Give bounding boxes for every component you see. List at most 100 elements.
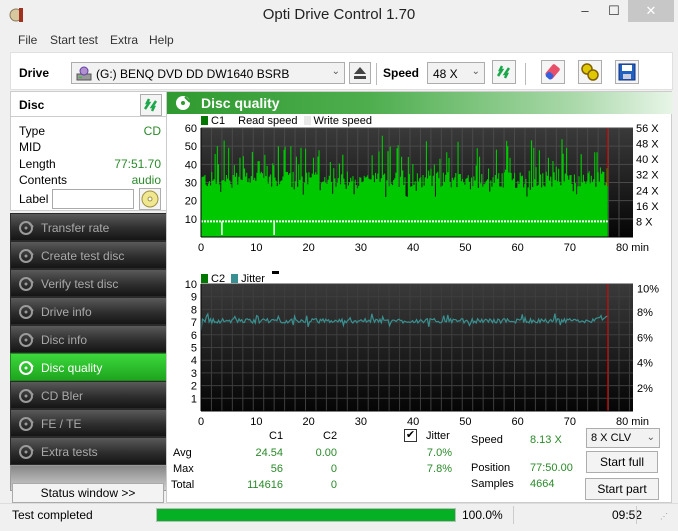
nav-item-label: Drive info [41, 305, 92, 319]
nav-item-transfer-rate[interactable]: Transfer rate [10, 213, 167, 241]
bottom-y2-tick-label: 8% [637, 307, 653, 319]
stats-max-label: Max [173, 463, 194, 475]
speed-select[interactable]: 48 X ⌄ [427, 62, 485, 84]
stats-total-label: Total [171, 479, 195, 491]
speed-readout-value: 8.13 X [530, 434, 562, 446]
top-x-tick-label: 60 [512, 242, 524, 254]
nav-item-cd-bler[interactable]: CD Bler [10, 381, 167, 409]
disc-test-icon [19, 361, 34, 375]
bottom-y-tick-label: 8 [191, 304, 197, 316]
bottom-x-tick-label: 60 [512, 416, 524, 428]
stats-header-c1: C1 [269, 430, 284, 442]
resize-grip-icon[interactable]: ⋰ [660, 512, 668, 521]
bottom-x-tick-label: 80 min [616, 416, 649, 428]
title-bar: Opti Drive Control 1.70 – ☐ ✕ [0, 0, 678, 30]
disc-label-input[interactable] [52, 189, 134, 209]
save-button[interactable] [615, 60, 639, 84]
disc-length-key: Length [19, 157, 56, 171]
nav-item-verify-test-disc[interactable]: Verify test disc [10, 269, 167, 297]
toolbar-divider [376, 63, 377, 85]
top-x-tick-label: 30 [355, 242, 367, 254]
disc-test-icon [19, 249, 34, 263]
disc-type-key: Type [19, 124, 46, 138]
nav-item-drive-info[interactable]: Drive info [10, 297, 167, 325]
disc-label-button[interactable] [139, 188, 161, 210]
close-button[interactable]: ✕ [628, 0, 674, 22]
status-window-button[interactable]: Status window >> [12, 483, 164, 503]
bottom-y2-tick-label: 2% [637, 383, 653, 395]
disc-test-icon [19, 221, 34, 235]
bottom-y-tick-label: 7 [191, 317, 197, 329]
drive-value: (G:) BENQ DVD DD DW1640 BSRB [96, 67, 290, 81]
disc-test-icon [19, 445, 34, 459]
bottom-y-tick-label: 3 [191, 368, 197, 380]
nav-item-extra-tests[interactable]: Extra tests [10, 437, 167, 465]
disc-info-box: Disc Type CD MID Length 77:51.70 Content… [10, 91, 167, 211]
bottom-y-tick-label: 9 [191, 292, 197, 304]
refresh-arrows-icon [143, 98, 158, 112]
top-y2-tick-label: 16 X [636, 201, 659, 213]
top-x-tick-label: 40 [407, 242, 419, 254]
bottom-y-tick-label: 10 [185, 279, 197, 291]
test-nav: Transfer rate Create test disc Verify test… [10, 213, 167, 491]
disc-title: Disc [19, 98, 45, 112]
test-speed-select[interactable]: 8 X CLV ⌄ [586, 428, 660, 448]
disc-test-icon [19, 389, 34, 403]
nav-item-fe-te[interactable]: FE / TE [10, 409, 167, 437]
eject-button[interactable] [349, 62, 371, 84]
menu-start-test[interactable]: Start test [50, 33, 98, 47]
bottom-y-tick-label: 5 [191, 343, 197, 355]
stats-avg-label: Avg [173, 447, 192, 459]
erase-button[interactable] [541, 60, 565, 84]
left-panel: Disc Type CD MID Length 77:51.70 Content… [10, 91, 167, 503]
stats-avg-c2: 0.00 [315, 447, 337, 459]
menu-extra[interactable]: Extra [110, 33, 138, 47]
bottom-y2-tick-label: 10% [637, 284, 659, 296]
top-x-tick-label: 0 [198, 242, 204, 254]
top-y2-tick-label: 40 X [636, 154, 659, 166]
menu-help[interactable]: Help [149, 33, 174, 47]
menu-file[interactable]: File [18, 33, 37, 47]
start-full-button[interactable]: Start full [586, 451, 658, 473]
settings-button[interactable] [578, 60, 602, 84]
stats-avg-jitter: 7.0% [426, 447, 452, 459]
drive-select[interactable]: (G:) BENQ DVD DD DW1640 BSRB ⌄ [71, 62, 345, 84]
maximize-button[interactable]: ☐ [599, 0, 629, 22]
jitter-checkbox[interactable]: ✔ [404, 429, 417, 442]
refresh-speed-button[interactable] [492, 60, 516, 84]
stats-header-c2: C2 [323, 430, 338, 442]
disc-refresh-button[interactable] [140, 94, 162, 116]
speed-value: 48 X [433, 67, 458, 81]
disc-contents-key: Contents [19, 173, 68, 187]
bottom-y-tick-label: 2 [191, 381, 197, 393]
nav-item-label: CD Bler [41, 389, 84, 403]
top-y-tick-label: 20 [185, 196, 197, 208]
toolbar: Drive (G:) BENQ DVD DD DW1640 BSRB ⌄ Spe… [10, 52, 673, 90]
minimize-button[interactable]: – [570, 0, 600, 22]
top-x-tick-label: 20 [303, 242, 315, 254]
floppy-disk-icon [618, 63, 636, 81]
speed-readout-label: Speed [471, 434, 503, 446]
bottom-x-tick-label: 70 [564, 416, 576, 428]
nav-item-disc-info[interactable]: Disc info [10, 325, 167, 353]
nav-item-create-test-disc[interactable]: Create test disc [10, 241, 167, 269]
top-x-tick-label: 70 [564, 242, 576, 254]
top-y-tick-label: 10 [185, 214, 197, 226]
top-x-tick-label: 50 [459, 242, 471, 254]
statusbar-divider [513, 506, 514, 524]
disc-test-icon [19, 277, 34, 291]
bottom-y-tick-label: 6 [191, 330, 197, 342]
bottom-x-tick-label: 10 [250, 416, 262, 428]
nav-item-label: Extra tests [41, 445, 98, 459]
bottom-y2-tick-label: 4% [637, 358, 653, 370]
bottom-x-tick-label: 20 [303, 416, 315, 428]
start-part-button[interactable]: Start part [585, 478, 659, 500]
top-y2-tick-label: 32 X [636, 170, 659, 182]
eraser-icon [545, 64, 560, 80]
stats-max-c1: 56 [270, 463, 283, 475]
disc-length-value: 77:51.70 [114, 157, 161, 171]
progress-fill [157, 509, 455, 521]
disc-contents-value: audio [131, 173, 161, 187]
nav-item-disc-quality[interactable]: Disc quality [10, 353, 167, 381]
bottom-y-tick-label: 1 [191, 393, 197, 405]
